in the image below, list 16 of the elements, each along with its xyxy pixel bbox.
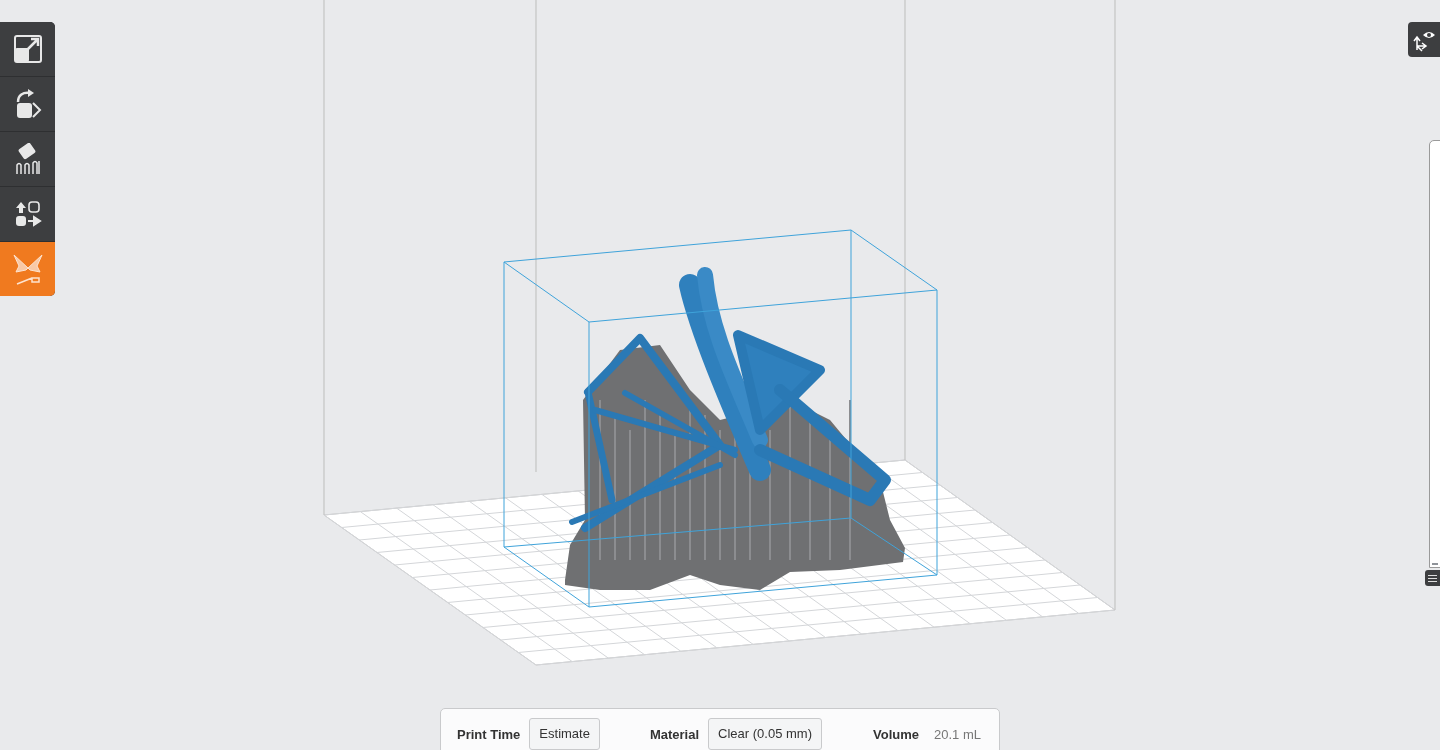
layer-slider-handle[interactable] bbox=[1425, 570, 1440, 586]
estimate-button[interactable]: Estimate bbox=[529, 718, 600, 750]
tool-button[interactable] bbox=[0, 77, 55, 131]
view-button[interactable] bbox=[1408, 22, 1440, 57]
tool-button[interactable] bbox=[0, 132, 55, 186]
supports-icon bbox=[13, 143, 42, 175]
tool-button[interactable] bbox=[0, 187, 55, 241]
material-button[interactable]: Clear (0.05 mm) bbox=[708, 718, 822, 750]
material-label: Material bbox=[649, 726, 700, 744]
butterfly-icon bbox=[11, 252, 44, 286]
volume-value: 20.1 mL bbox=[934, 726, 981, 744]
volume-label: Volume bbox=[873, 726, 919, 744]
layout-icon bbox=[13, 200, 42, 228]
scale-icon bbox=[13, 35, 42, 63]
tool-button[interactable] bbox=[0, 22, 55, 76]
print-time-label: Print Time bbox=[457, 726, 521, 744]
